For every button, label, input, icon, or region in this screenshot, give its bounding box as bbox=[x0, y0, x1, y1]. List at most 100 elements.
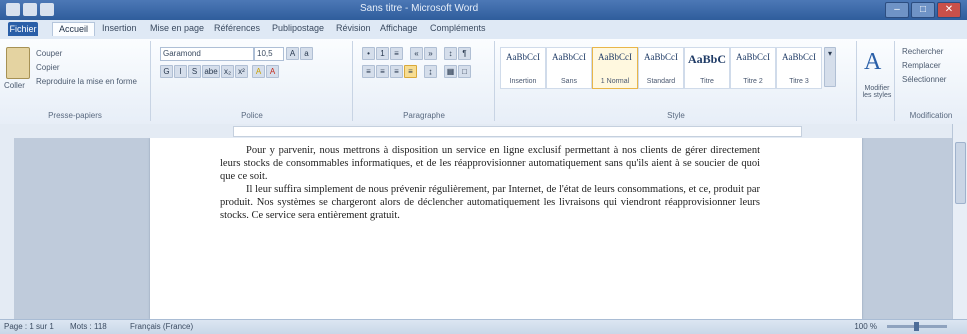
increase-indent-button[interactable]: » bbox=[424, 47, 437, 60]
strikethrough-button[interactable]: abe bbox=[202, 65, 220, 78]
style-name: Standard bbox=[646, 78, 676, 85]
tab-addins[interactable]: Compléments bbox=[430, 23, 486, 33]
bullets-button[interactable]: • bbox=[362, 47, 375, 60]
styles-group-label: Style bbox=[667, 111, 685, 120]
multilevel-list-button[interactable]: ≡ bbox=[390, 47, 403, 60]
underline-button[interactable]: S bbox=[188, 65, 201, 78]
vertical-ruler[interactable] bbox=[0, 138, 15, 319]
decrease-indent-button[interactable]: « bbox=[410, 47, 423, 60]
quick-access-toolbar bbox=[6, 3, 54, 16]
font-size-select[interactable]: 10,5 bbox=[254, 47, 284, 61]
format-painter-button[interactable]: Reproduire la mise en forme bbox=[36, 77, 137, 86]
paragraph[interactable]: Pour y parvenir, nous mettrons à disposi… bbox=[220, 144, 760, 183]
tab-references[interactable]: Références bbox=[214, 23, 260, 33]
copy-button[interactable]: Copier bbox=[36, 63, 60, 72]
maximize-button[interactable]: □ bbox=[911, 2, 935, 18]
tab-review[interactable]: Révision bbox=[336, 23, 371, 33]
font-name-select[interactable]: Garamond bbox=[160, 47, 254, 61]
change-styles-button[interactable]: Modifier les styles bbox=[860, 85, 894, 99]
italic-button[interactable]: I bbox=[174, 65, 187, 78]
style-name: 1 Normal bbox=[600, 78, 630, 85]
style-heading-2[interactable]: AaBbCcI Titre 2 bbox=[730, 47, 776, 89]
paste-label[interactable]: Coller bbox=[4, 81, 25, 90]
tab-home[interactable]: Accueil bbox=[52, 22, 96, 36]
align-left-button[interactable]: ≡ bbox=[362, 65, 375, 78]
style-sample: AaBbCcI bbox=[782, 52, 816, 62]
window-controls: – □ ✕ bbox=[885, 2, 961, 18]
style-insertion[interactable]: AaBbCcI Insertion bbox=[500, 47, 546, 89]
paragraph[interactable]: Il leur suffira simplement de nous préve… bbox=[220, 183, 760, 222]
paste-icon[interactable] bbox=[6, 47, 30, 79]
align-center-button[interactable]: ≡ bbox=[376, 65, 389, 78]
tab-mailings[interactable]: Publipostage bbox=[272, 23, 324, 33]
paragraph-group: • 1 ≡ « » ↕ ¶ ≡ ≡ ≡ ≡ ↨ ▦ □ Paragraphe bbox=[354, 41, 495, 121]
styles-group: AaBbCcI Insertion AaBbCcI Sans AaBbCcI 1… bbox=[496, 41, 857, 121]
save-icon[interactable] bbox=[6, 3, 20, 16]
numbering-button[interactable]: 1 bbox=[376, 47, 389, 60]
status-bar: Page : 1 sur 1 Mots : 118 Français (Fran… bbox=[0, 319, 967, 334]
style-name: Titre 2 bbox=[743, 78, 763, 85]
title-bar: Sans titre - Microsoft Word – □ ✕ bbox=[0, 0, 967, 20]
document-page[interactable]: Pour y parvenir, nous mettrons à disposi… bbox=[150, 138, 862, 319]
tab-insert[interactable]: Insertion bbox=[102, 23, 137, 33]
style-heading-3[interactable]: AaBbCcI Titre 3 bbox=[776, 47, 822, 89]
zoom-slider-knob[interactable] bbox=[914, 322, 919, 331]
bold-button[interactable]: G bbox=[160, 65, 173, 78]
redo-icon[interactable] bbox=[40, 3, 54, 16]
style-normal[interactable]: AaBbCcI 1 Normal bbox=[592, 47, 638, 89]
select-button[interactable]: Sélectionner bbox=[902, 75, 946, 84]
document-body[interactable]: Pour y parvenir, nous mettrons à disposi… bbox=[220, 144, 760, 222]
style-sample: AaBbCcI bbox=[506, 52, 540, 62]
style-name: Titre bbox=[700, 78, 714, 85]
line-spacing-button[interactable]: ↨ bbox=[424, 65, 437, 78]
change-styles-icon[interactable]: A bbox=[864, 49, 881, 76]
cut-button[interactable]: Couper bbox=[36, 49, 62, 58]
superscript-button[interactable]: x² bbox=[235, 65, 248, 78]
tab-view[interactable]: Affichage bbox=[380, 23, 417, 33]
style-sample: AaBbCcI bbox=[736, 52, 770, 62]
clipboard-group: Coller Couper Copier Reproduire la mise … bbox=[0, 41, 151, 121]
styles-more-button[interactable]: ▾ bbox=[824, 47, 836, 87]
shrink-font-button[interactable]: a bbox=[300, 47, 313, 60]
close-button[interactable]: ✕ bbox=[937, 2, 961, 18]
undo-icon[interactable] bbox=[23, 3, 37, 16]
font-group-label: Police bbox=[241, 111, 263, 120]
borders-button[interactable]: □ bbox=[458, 65, 471, 78]
tab-file[interactable]: Fichier bbox=[8, 22, 38, 36]
tab-page-layout[interactable]: Mise en page bbox=[150, 23, 204, 33]
style-sans[interactable]: AaBbCcI Sans bbox=[546, 47, 592, 89]
align-right-button[interactable]: ≡ bbox=[390, 65, 403, 78]
grow-font-button[interactable]: A bbox=[286, 47, 299, 60]
style-standard[interactable]: AaBbCcI Standard bbox=[638, 47, 684, 89]
vertical-scrollbar[interactable] bbox=[952, 124, 967, 319]
editing-group-label: Modification bbox=[909, 111, 953, 120]
language-indicator[interactable]: Français (France) bbox=[130, 322, 193, 331]
highlight-button[interactable]: A bbox=[252, 65, 265, 78]
style-name: Sans bbox=[561, 78, 577, 85]
style-sample: AaBbCcI bbox=[644, 52, 678, 62]
find-button[interactable]: Rechercher bbox=[902, 47, 943, 56]
replace-button[interactable]: Remplacer bbox=[902, 61, 941, 70]
ruler-text-area bbox=[233, 126, 802, 137]
style-name: Titre 3 bbox=[789, 78, 809, 85]
word-count[interactable]: Mots : 118 bbox=[70, 322, 107, 331]
minimize-button[interactable]: – bbox=[885, 2, 909, 18]
style-sample: AaBbC bbox=[687, 52, 726, 66]
shading-button[interactable]: ▦ bbox=[444, 65, 457, 78]
font-color-button[interactable]: A bbox=[266, 65, 279, 78]
clipboard-group-label: Presse-papiers bbox=[48, 111, 102, 120]
horizontal-ruler[interactable] bbox=[0, 124, 967, 139]
ribbon-tabs: Fichier Accueil Insertion Mise en page R… bbox=[0, 20, 967, 40]
style-title[interactable]: AaBbC Titre bbox=[684, 47, 730, 89]
show-marks-button[interactable]: ¶ bbox=[458, 47, 471, 60]
style-name: Insertion bbox=[509, 78, 537, 85]
sort-button[interactable]: ↕ bbox=[444, 47, 457, 60]
justify-button[interactable]: ≡ bbox=[404, 65, 417, 78]
font-group: Garamond 10,5 A a G I S abe x₂ x² A A Po… bbox=[152, 41, 353, 121]
window-title: Sans titre - Microsoft Word bbox=[360, 3, 479, 14]
ribbon: Coller Couper Copier Reproduire la mise … bbox=[0, 39, 967, 125]
subscript-button[interactable]: x₂ bbox=[221, 65, 234, 78]
scrollbar-thumb[interactable] bbox=[955, 142, 966, 204]
zoom-level[interactable]: 100 % bbox=[854, 322, 877, 331]
page-count[interactable]: Page : 1 sur 1 bbox=[4, 322, 54, 331]
